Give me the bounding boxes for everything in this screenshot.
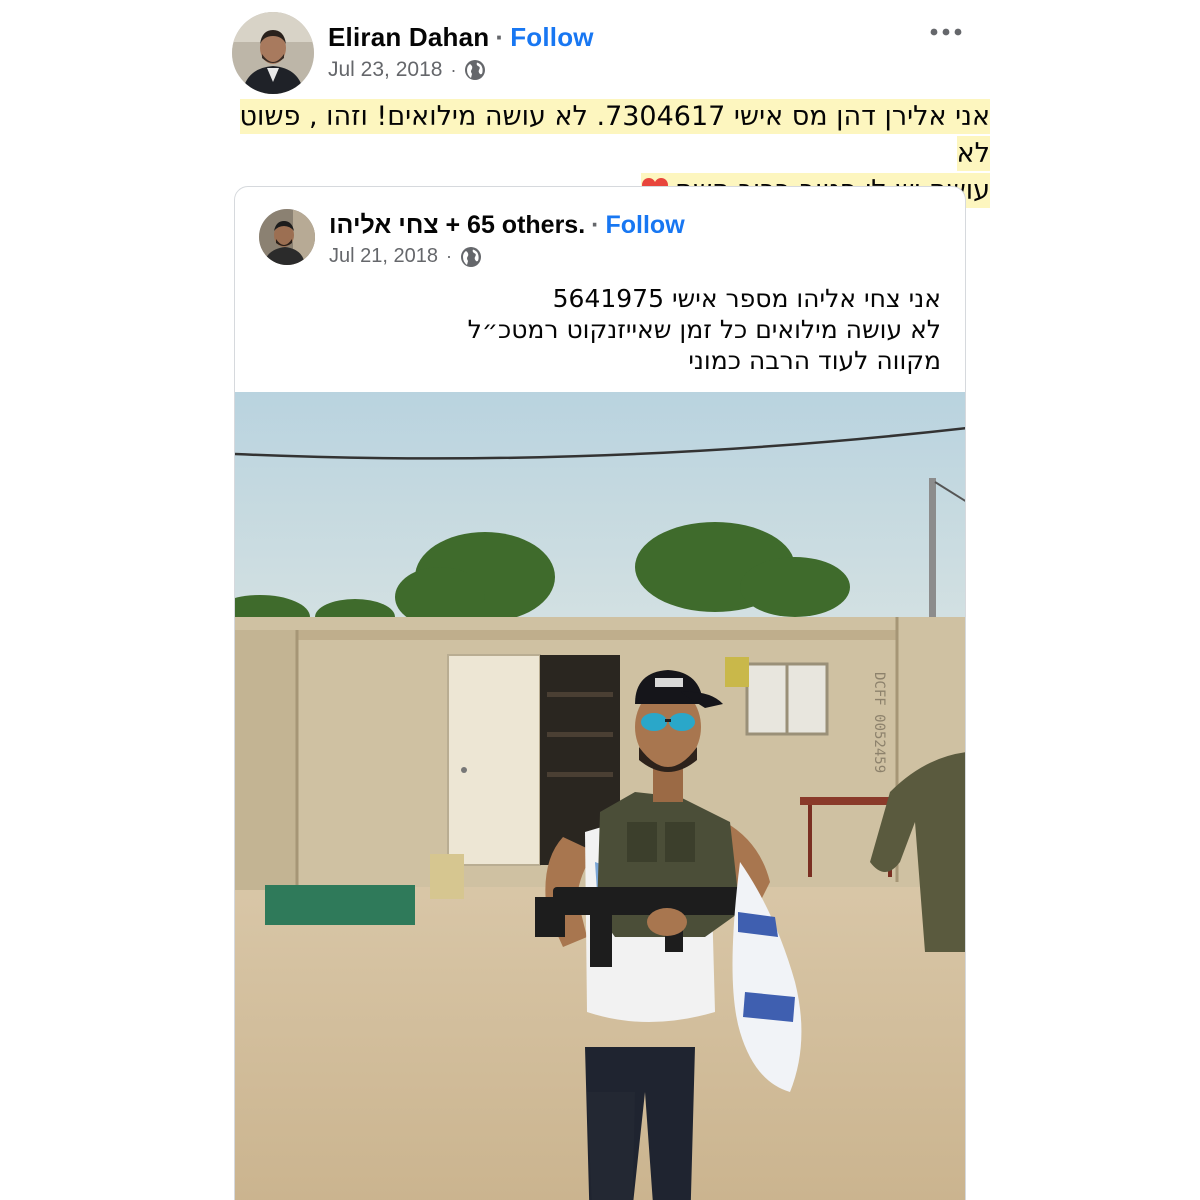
shared-post-card[interactable]: צחי אליהו + 65 others. · Follow Jul 21, 20… [234, 186, 966, 1200]
shared-text-line-3: מקווה לעוד הרבה כמוני [688, 346, 941, 375]
separator-dot: · [445, 246, 452, 266]
shared-author-avatar-image [259, 209, 315, 265]
post-text-line-1: אני אלירן דהן מס אישי 7304617. לא עושה מ… [239, 99, 990, 171]
more-options-icon[interactable] [926, 20, 966, 44]
shared-author-name[interactable]: צחי אליהו [329, 211, 439, 240]
author-avatar-image [232, 12, 314, 94]
shared-post-photo[interactable]: DCFF 0052459 [235, 392, 965, 1200]
shared-text-line-2: לא עושה מילואים כל זמן שאייזנקוט רמטכ״ל [467, 315, 941, 344]
separator-dot: · [591, 211, 600, 239]
separator-dot: · [450, 59, 457, 80]
shared-author-header: צחי אליהו + 65 others. · Follow [329, 211, 685, 240]
shared-post-date[interactable]: Jul 21, 2018 [329, 245, 438, 268]
shared-author-avatar[interactable] [259, 209, 315, 265]
svg-text:DCFF 0052459: DCFF 0052459 [871, 672, 887, 773]
globe-icon [460, 246, 481, 267]
shared-post-meta: Jul 21, 2018 · [329, 245, 482, 268]
author-header: Eliran Dahan · Follow [328, 22, 594, 53]
shared-author-suffix[interactable]: + 65 others. [446, 211, 586, 240]
post-meta: Jul 23, 2018 · [328, 58, 486, 82]
facebook-post: Eliran Dahan · Follow Jul 23, 2018 · אני אל… [0, 0, 1200, 1200]
author-avatar[interactable] [232, 12, 314, 94]
post-date[interactable]: Jul 23, 2018 [328, 58, 442, 82]
shared-follow-button[interactable]: Follow [605, 211, 684, 240]
separator-dot: · [495, 22, 505, 52]
author-name[interactable]: Eliran Dahan [328, 22, 489, 52]
shared-post-text: אני צחי אליהו מספר אישי 5641975 לא עושה … [261, 283, 941, 376]
follow-button[interactable]: Follow [510, 22, 594, 52]
globe-icon [465, 60, 486, 80]
shared-text-line-1: אני צחי אליהו מספר אישי 5641975 [552, 284, 941, 313]
photo-scene: DCFF 0052459 [235, 392, 965, 1200]
